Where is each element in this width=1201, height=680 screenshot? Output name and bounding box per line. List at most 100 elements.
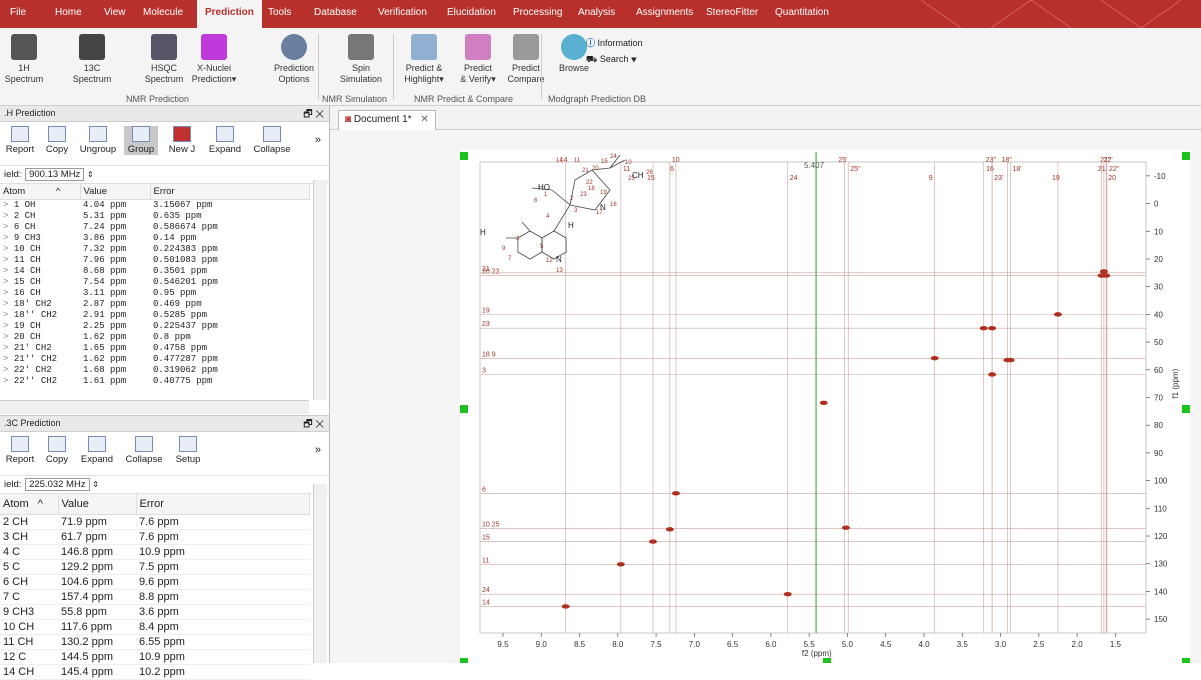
table-row[interactable]: > 20 CH 1.62 ppm 0.8 ppm [0,332,310,343]
overflow-icon[interactable]: » [315,134,321,146]
x-nuclei-prediction-button[interactable]: X-Nuclei Prediction▾ [188,34,240,85]
table-row[interactable]: > 21'' CH2 1.62 ppm 0.477287 ppm [0,354,310,365]
table-row[interactable]: 9 CH3 55.8 ppm 3.6 ppm [0,604,310,620]
c13-frequency-input[interactable]: 225.032 MHz [25,478,90,491]
expand-arrow-icon[interactable]: > [3,332,14,342]
table-row[interactable]: > 19 CH 2.25 ppm 0.225437 ppm [0,321,310,332]
table-row[interactable]: 4 C 146.8 ppm 10.9 ppm [0,544,310,560]
table-row[interactable]: 7 C 157.4 ppm 8.8 ppm [0,589,310,605]
h1-frequency-input[interactable]: 900.13 MHz [25,168,85,181]
table-row[interactable]: > 9 CH3 3.86 ppm 0.14 ppm [0,233,310,244]
collapse-button[interactable]: Collapse [250,126,294,155]
predict-verify-button[interactable]: Predict & Verify▾ [452,34,504,85]
expand-arrow-icon[interactable]: > [3,321,14,331]
h1-hscrollbar[interactable] [0,400,309,414]
group-button[interactable]: Group [124,126,158,155]
table-row[interactable]: > 11 CH 7.96 ppm 0.501083 ppm [0,255,310,266]
menu-home[interactable]: Home [55,7,82,18]
menu-assignments[interactable]: Assignments [636,7,693,18]
expand-arrow-icon[interactable]: > [3,277,14,287]
menu-elucidation[interactable]: Elucidation [447,7,496,18]
report-button[interactable]: Report [4,126,36,155]
menu-view[interactable]: View [104,7,126,18]
expand-arrow-icon[interactable]: > [3,244,14,254]
expand-arrow-icon[interactable]: > [3,299,14,309]
col-value[interactable]: Value [80,184,151,200]
new-j-button[interactable]: New J [164,126,200,155]
expand-arrow-icon[interactable]: > [3,222,14,232]
menu-stereofitter[interactable]: StereoFitter [706,7,758,18]
document-page[interactable]: 14 11 15 10 6 24 25' 25'' 9 23'' 16 23' 18'' 18' 19 22'… [460,142,1190,666]
menu-file[interactable]: File [10,7,26,18]
expand-arrow-icon[interactable]: > [3,310,14,320]
menu-analysis[interactable]: Analysis [578,7,615,18]
hsqc-spectrum-button[interactable]: HSQC Spectrum [138,34,190,85]
col-value[interactable]: Value [58,494,137,515]
expand-arrow-icon[interactable]: > [3,343,14,353]
table-row[interactable]: > 2 CH 5.31 ppm 0.635 ppm [0,211,310,222]
expand-arrow-icon[interactable]: > [3,211,14,221]
predict-compare-button[interactable]: Predict Compare [500,34,552,85]
document-canvas[interactable]: 14 11 15 10 6 24 25' 25'' 9 23'' 16 23' 18'' 18' 19 22'… [330,130,1201,666]
table-row[interactable]: 2 CH 71.9 ppm 7.6 ppm [0,514,310,530]
spin-arrows-icon[interactable]: ⇕ [92,480,99,489]
menu-database[interactable]: Database [314,7,357,18]
ungroup-button[interactable]: Ungroup [78,126,118,155]
table-row[interactable]: 3 CH 61.7 ppm 7.6 ppm [0,529,310,545]
report-button[interactable]: Report [4,436,36,465]
expand-arrow-icon[interactable]: > [3,200,14,210]
table-row[interactable]: 10 CH 117.6 ppm 8.4 ppm [0,619,310,635]
col-atom[interactable]: Atom ^ [0,184,81,200]
menu-quantitation[interactable]: Quantitation [775,7,829,18]
col-atom[interactable]: Atom ^ [0,494,59,515]
menu-prediction[interactable]: Prediction [197,0,262,28]
close-icon[interactable]: ✕ [420,114,428,125]
tab-document-1[interactable]: ◙ Document 1* ✕ [338,110,436,130]
table-row[interactable]: 11 CH 130.2 ppm 6.55 ppm [0,634,310,650]
information-button[interactable]: ⓘ Information [586,36,643,49]
menu-tools[interactable]: Tools [268,7,291,18]
table-row[interactable]: 12 C 144.5 ppm 10.9 ppm [0,649,310,665]
collapse-button[interactable]: Collapse [122,436,166,465]
hsqc-plot[interactable]: 1411151062425'25''923''1623'18''18'1922'… [460,142,1190,666]
prediction-options-button[interactable]: Prediction Options [268,34,320,85]
c13-scrollbar[interactable] [313,484,327,663]
table-row[interactable]: > 10 CH 7.32 ppm 0.224383 ppm [0,244,310,255]
1h-spectrum-button[interactable]: 1H Spectrum [4,34,44,85]
col-error[interactable]: Error [150,184,310,200]
table-row[interactable]: 5 C 129.2 ppm 7.5 ppm [0,559,310,575]
col-error[interactable]: Error [136,494,310,515]
table-row[interactable]: > 15 CH 7.54 ppm 0.546201 ppm [0,277,310,288]
expand-arrow-icon[interactable]: > [3,365,14,375]
overflow-icon[interactable]: » [315,444,321,456]
table-row[interactable]: > 16 CH 3.11 ppm 0.95 ppm [0,288,310,299]
table-row[interactable]: > 22' CH2 1.68 ppm 0.319062 ppm [0,365,310,376]
copy-button[interactable]: Copy [42,126,72,155]
expand-arrow-icon[interactable]: > [3,255,14,265]
table-row[interactable]: > 14 CH 8.68 ppm 0.3501 ppm [0,266,310,277]
menu-verification[interactable]: Verification [378,7,427,18]
setup-button[interactable]: Setup [172,436,204,465]
table-row[interactable]: > 6 CH 7.24 ppm 0.586674 ppm [0,222,310,233]
spin-arrows-icon[interactable]: ⇕ [87,170,94,179]
predict-highlight-button[interactable]: Predict & Highlight▾ [398,34,450,85]
spin-simulation-button[interactable]: Spin Simulation [335,34,387,85]
expand-button[interactable]: Expand [78,436,116,465]
table-row[interactable]: > 22'' CH2 1.61 ppm 0.40775 ppm [0,376,310,387]
table-row[interactable]: 14 CH 145.4 ppm 10.2 ppm [0,664,310,680]
expand-arrow-icon[interactable]: > [3,376,14,386]
expand-arrow-icon[interactable]: > [3,266,14,276]
search-button[interactable]: ⛟ Search ▾ [586,54,637,66]
table-row[interactable]: > 18'' CH2 2.91 ppm 0.5285 ppm [0,310,310,321]
13c-spectrum-button[interactable]: 13C Spectrum [72,34,112,85]
menu-molecule[interactable]: Molecule [143,7,183,18]
table-row[interactable]: > 1 OH 4.04 ppm 3.15067 ppm [0,200,310,212]
copy-button[interactable]: Copy [42,436,72,465]
expand-button[interactable]: Expand [206,126,244,155]
table-row[interactable]: > 21' CH2 1.65 ppm 0.4758 ppm [0,343,310,354]
table-row[interactable]: > 18' CH2 2.87 ppm 0.469 ppm [0,299,310,310]
menu-processing[interactable]: Processing [513,7,562,18]
expand-arrow-icon[interactable]: > [3,233,14,243]
expand-arrow-icon[interactable]: > [3,288,14,298]
h1-scrollbar[interactable] [313,180,327,400]
